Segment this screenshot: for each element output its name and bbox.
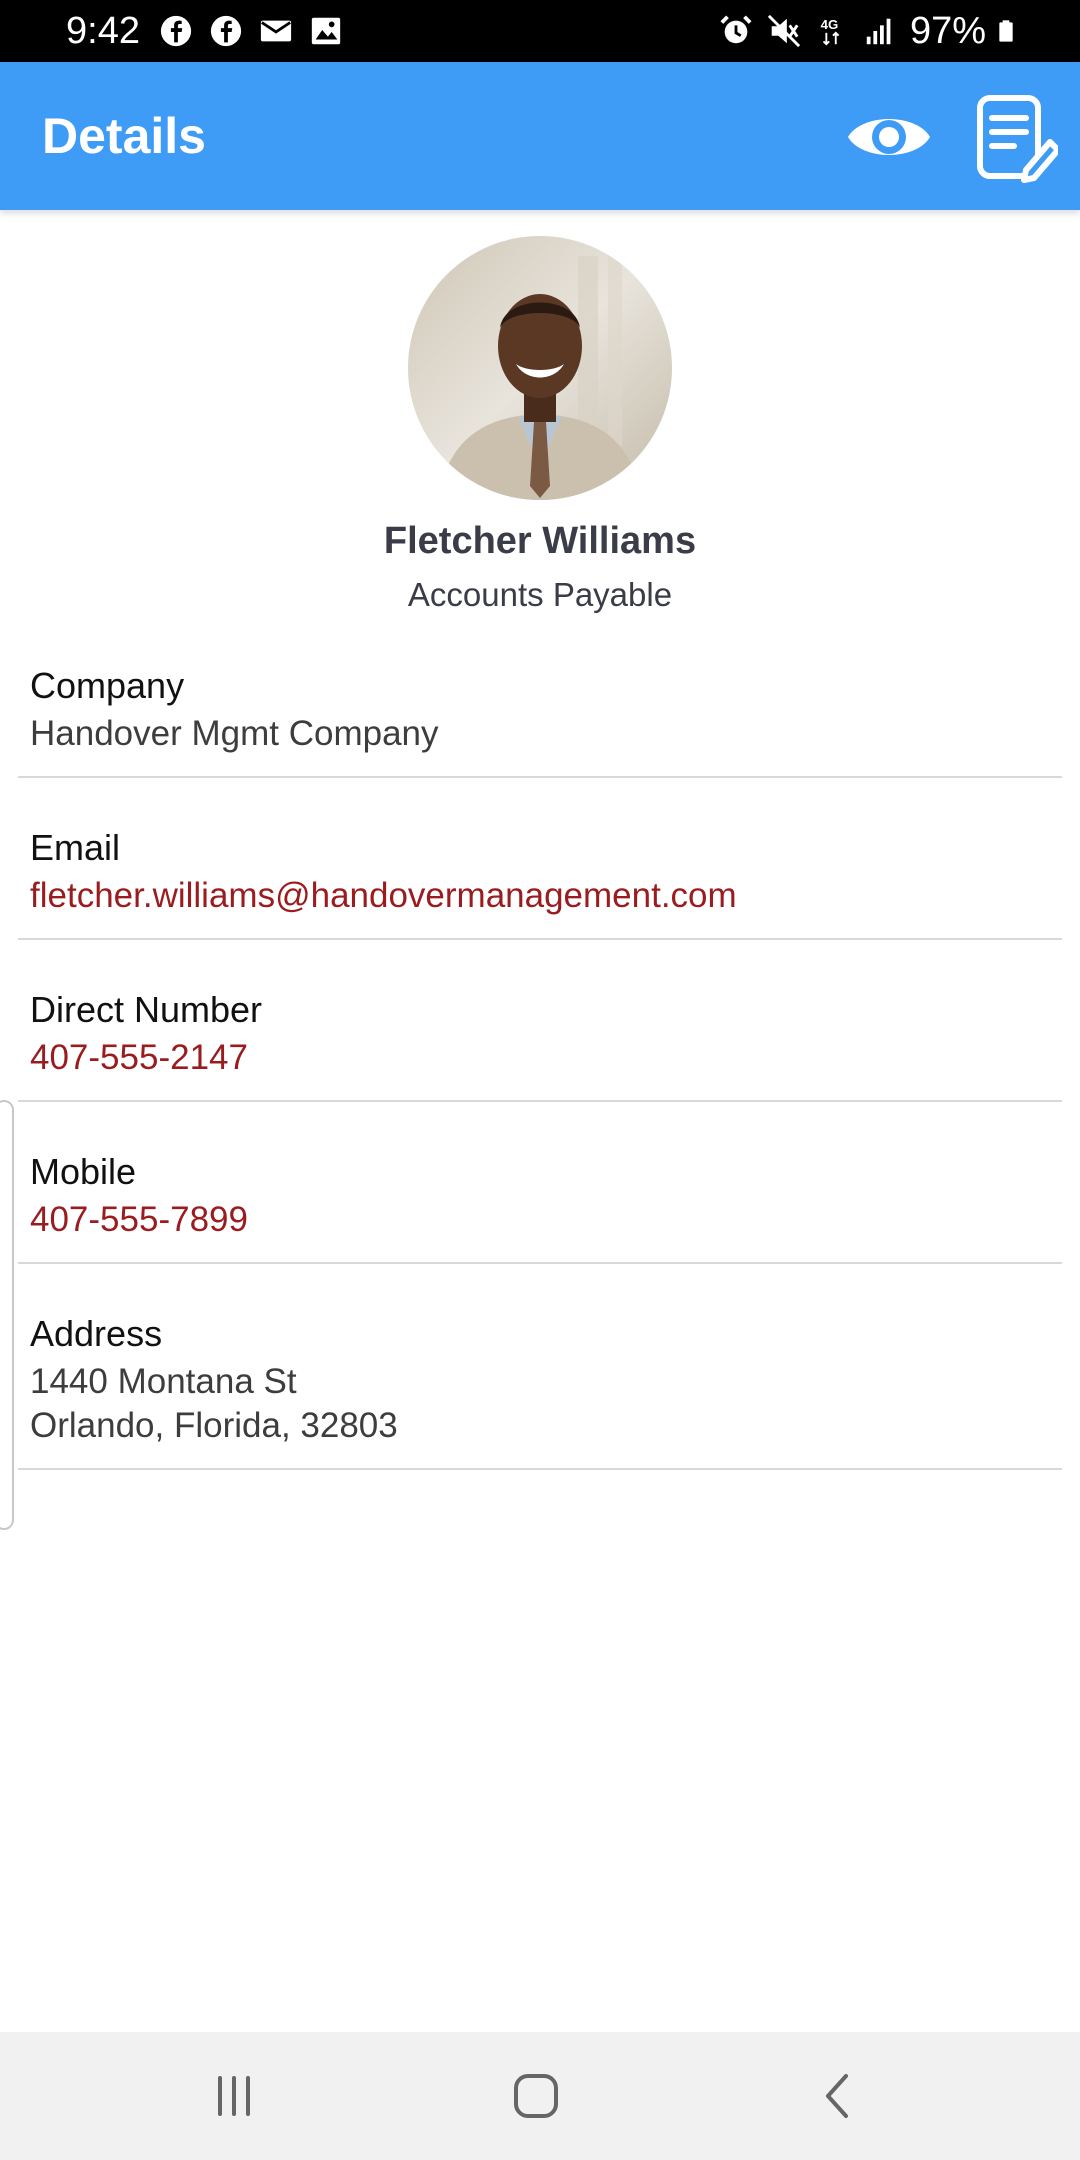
profile-photo xyxy=(408,236,672,500)
person-name: Fletcher Williams xyxy=(383,520,697,562)
facebook-icon xyxy=(210,15,242,47)
address-line-1: 1440 Montana St xyxy=(30,1362,297,1401)
recents-button[interactable] xyxy=(204,2066,264,2126)
facebook-icon xyxy=(160,15,192,47)
alarm-icon xyxy=(720,15,752,44)
image-icon xyxy=(311,17,341,45)
home-button[interactable] xyxy=(506,2066,566,2126)
company-value: Handover Mgmt Company xyxy=(30,714,439,753)
recents-icon xyxy=(218,2076,250,2116)
address-line-2: Orlando, Florida, 32803 xyxy=(30,1406,398,1445)
app-bar: Details xyxy=(0,62,1080,210)
eye-icon xyxy=(848,119,930,155)
battery-icon xyxy=(999,20,1013,42)
avatar xyxy=(408,236,672,500)
edit-note-icon xyxy=(977,95,1061,183)
home-icon xyxy=(514,2074,558,2118)
battery-percentage: 97% xyxy=(909,10,986,52)
page-title: Details xyxy=(42,108,206,164)
view-button[interactable] xyxy=(844,104,934,170)
back-icon xyxy=(826,2074,848,2118)
details-list: Company Handover Mgmt Company Email flet… xyxy=(0,654,1080,1470)
mobile-label: Mobile xyxy=(30,1151,137,1192)
mobile-link[interactable]: 407-555-7899 xyxy=(30,1198,1062,1242)
person-title: Accounts Payable xyxy=(407,576,673,613)
edge-panel-handle[interactable] xyxy=(0,1100,14,1530)
email-label: Email xyxy=(30,827,121,868)
direct-number-label: Direct Number xyxy=(30,989,263,1030)
system-nav-bar xyxy=(0,2032,1080,2160)
status-bar: 9:42 4G 97% xyxy=(0,0,1080,62)
detail-row-address: Address 1440 Montana St Orlando, Florida… xyxy=(18,1264,1062,1470)
detail-row-email: Email fletcher.williams@handovermanageme… xyxy=(18,778,1062,940)
svg-text:4G: 4G xyxy=(821,17,839,32)
detail-row-mobile: Mobile 407-555-7899 xyxy=(18,1102,1062,1264)
address-label: Address xyxy=(30,1313,163,1354)
signal-icon xyxy=(866,18,891,45)
edit-button[interactable] xyxy=(976,92,1061,186)
network-4g-icon: 4G xyxy=(821,17,840,46)
detail-row-direct-number: Direct Number 407-555-2147 xyxy=(18,940,1062,1102)
detail-row-company: Company Handover Mgmt Company xyxy=(18,654,1062,778)
back-button[interactable] xyxy=(808,2066,868,2126)
mail-icon xyxy=(260,20,292,42)
status-time: 9:42 xyxy=(66,10,140,52)
direct-number-link[interactable]: 407-555-2147 xyxy=(30,1036,1062,1080)
company-label: Company xyxy=(30,665,185,706)
mute-icon xyxy=(767,14,801,48)
email-link[interactable]: fletcher.williams@handovermanagement.com xyxy=(30,874,1062,918)
